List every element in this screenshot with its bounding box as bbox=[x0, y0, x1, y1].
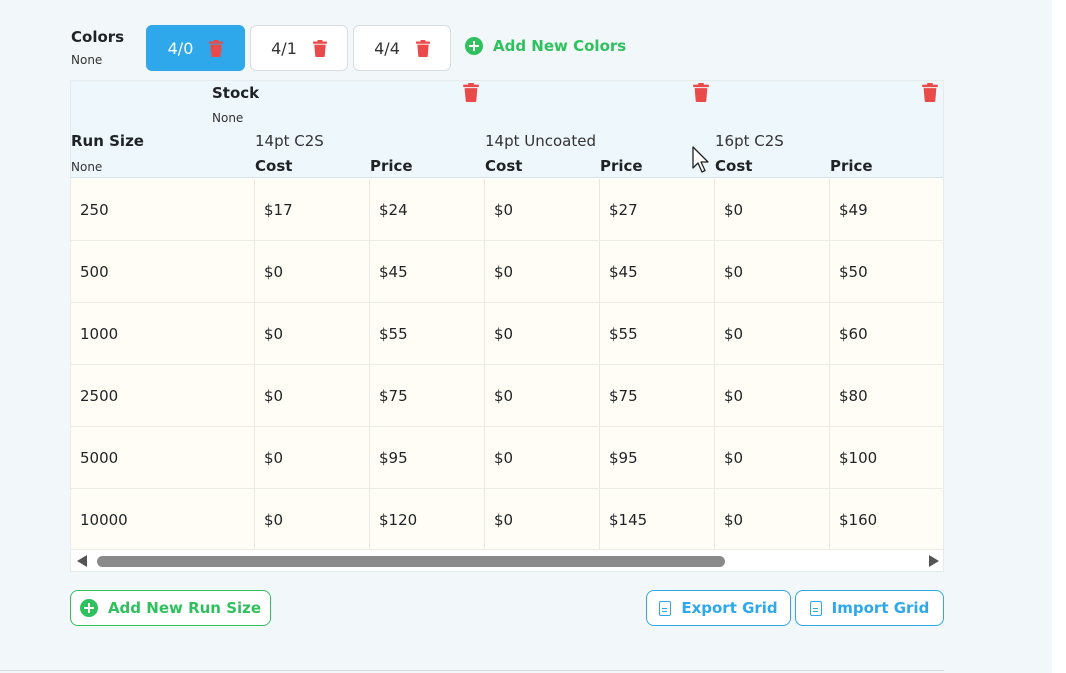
pricing-grid: Stock None Run Size None 14pt C2S 14pt U… bbox=[70, 80, 944, 572]
table-row: 1000 $0 $55 $0 $55 $0 $60 bbox=[71, 303, 943, 365]
plus-circle-icon bbox=[465, 37, 483, 55]
cost-cell[interactable]: $0 bbox=[485, 179, 600, 240]
price-cell[interactable]: $45 bbox=[370, 241, 485, 302]
add-new-colors-button[interactable]: Add New Colors bbox=[465, 37, 626, 55]
paper-header-16pt-c2s: 16pt C2S bbox=[715, 132, 784, 150]
price-cell[interactable]: $80 bbox=[830, 365, 943, 426]
cost-cell[interactable]: $0 bbox=[255, 427, 370, 488]
document-icon bbox=[659, 600, 672, 616]
cost-cell[interactable]: $0 bbox=[485, 427, 600, 488]
run-size-cell[interactable]: 10000 bbox=[71, 489, 255, 550]
table-row: 10000 $0 $120 $0 $145 $0 $160 bbox=[71, 489, 943, 551]
price-cell[interactable]: $55 bbox=[370, 303, 485, 364]
trash-icon[interactable] bbox=[209, 39, 224, 57]
delete-stock-14pt-c2s-icon[interactable] bbox=[463, 83, 479, 106]
add-new-run-size-button[interactable]: Add New Run Size bbox=[70, 590, 271, 626]
price-cell[interactable]: $27 bbox=[600, 179, 715, 240]
cost-cell[interactable]: $0 bbox=[485, 489, 600, 550]
color-tab-label: 4/0 bbox=[167, 38, 194, 58]
cost-cell[interactable]: $0 bbox=[715, 489, 830, 550]
table-row: 250 $17 $24 $0 $27 $0 $49 bbox=[71, 179, 943, 241]
cost-cell[interactable]: $17 bbox=[255, 179, 370, 240]
run-size-cell[interactable]: 5000 bbox=[71, 427, 255, 488]
price-cell[interactable]: $120 bbox=[370, 489, 485, 550]
price-column-header: Price bbox=[830, 157, 873, 175]
cost-cell[interactable]: $0 bbox=[255, 365, 370, 426]
colors-section-label: Colors None bbox=[71, 28, 124, 67]
paper-header-14pt-c2s: 14pt C2S bbox=[255, 132, 324, 150]
table-row: 500 $0 $45 $0 $45 $0 $50 bbox=[71, 241, 943, 303]
scroll-right-arrow-icon[interactable] bbox=[929, 555, 939, 567]
colors-title: Colors bbox=[71, 28, 125, 46]
right-edge-panel bbox=[1052, 0, 1066, 673]
trash-icon[interactable] bbox=[415, 39, 430, 57]
price-cell[interactable]: $75 bbox=[370, 365, 485, 426]
bottom-divider bbox=[0, 670, 944, 671]
document-icon bbox=[809, 600, 822, 616]
color-tab-label: 4/4 bbox=[374, 38, 400, 58]
run-size-value: None bbox=[71, 160, 103, 174]
cost-cell[interactable]: $0 bbox=[255, 241, 370, 302]
add-run-size-label: Add New Run Size bbox=[107, 599, 262, 617]
cost-cell[interactable]: $0 bbox=[715, 365, 830, 426]
delete-stock-16pt-c2s-icon[interactable] bbox=[922, 83, 938, 106]
run-size-cell[interactable]: 2500 bbox=[71, 365, 255, 426]
cost-cell[interactable]: $0 bbox=[255, 489, 370, 550]
cost-cell[interactable]: $0 bbox=[715, 241, 830, 302]
price-cell[interactable]: $50 bbox=[830, 241, 943, 302]
price-cell[interactable]: $24 bbox=[370, 179, 485, 240]
price-cell[interactable]: $55 bbox=[600, 303, 715, 364]
price-cell[interactable]: $95 bbox=[600, 427, 715, 488]
export-grid-button[interactable]: Export Grid bbox=[646, 590, 791, 626]
trash-icon[interactable] bbox=[312, 39, 327, 57]
add-colors-label: Add New Colors bbox=[493, 37, 627, 55]
table-row: 5000 $0 $95 $0 $95 $0 $100 bbox=[71, 427, 943, 489]
price-cell[interactable]: $145 bbox=[600, 489, 715, 550]
run-size-cell[interactable]: 250 bbox=[71, 179, 255, 240]
price-column-header: Price bbox=[600, 157, 643, 175]
cost-cell[interactable]: $0 bbox=[255, 303, 370, 364]
color-tab-4-4[interactable]: 4/4 bbox=[353, 25, 451, 71]
cost-column-header: Cost bbox=[715, 157, 753, 175]
run-size-label: Run Size bbox=[71, 132, 144, 150]
cost-cell[interactable]: $0 bbox=[715, 303, 830, 364]
color-tab-4-0[interactable]: 4/0 bbox=[146, 25, 245, 71]
cost-cell[interactable]: $0 bbox=[485, 365, 600, 426]
cost-column-header: Cost bbox=[255, 157, 293, 175]
price-cell[interactable]: $75 bbox=[600, 365, 715, 426]
paper-header-14pt-uncoated: 14pt Uncoated bbox=[485, 132, 596, 150]
stock-label: Stock bbox=[212, 84, 260, 102]
cost-cell[interactable]: $0 bbox=[485, 303, 600, 364]
import-grid-label: Import Grid bbox=[831, 599, 930, 617]
run-size-cell[interactable]: 1000 bbox=[71, 303, 255, 364]
price-cell[interactable]: $49 bbox=[830, 179, 943, 240]
scroll-left-arrow-icon[interactable] bbox=[77, 555, 87, 567]
scrollbar-thumb[interactable] bbox=[97, 556, 725, 567]
horizontal-scrollbar[interactable] bbox=[71, 549, 943, 571]
mouse-pointer-icon bbox=[692, 146, 709, 173]
price-cell[interactable]: $95 bbox=[370, 427, 485, 488]
cost-cell[interactable]: $0 bbox=[485, 241, 600, 302]
cost-column-header: Cost bbox=[485, 157, 523, 175]
plus-circle-icon bbox=[79, 599, 98, 617]
price-cell[interactable]: $100 bbox=[830, 427, 943, 488]
color-tab-label: 4/1 bbox=[271, 38, 297, 58]
export-grid-label: Export Grid bbox=[681, 599, 778, 617]
colors-value: None bbox=[71, 53, 103, 67]
run-size-cell[interactable]: 500 bbox=[71, 241, 255, 302]
delete-stock-14pt-uncoated-icon[interactable] bbox=[693, 83, 709, 106]
stock-value: None bbox=[212, 111, 244, 125]
import-grid-button[interactable]: Import Grid bbox=[795, 590, 944, 626]
color-tab-4-1[interactable]: 4/1 bbox=[250, 25, 348, 71]
grid-header: Stock None Run Size None 14pt C2S 14pt U… bbox=[71, 81, 943, 178]
price-cell[interactable]: $160 bbox=[830, 489, 943, 550]
price-cell[interactable]: $60 bbox=[830, 303, 943, 364]
price-cell[interactable]: $45 bbox=[600, 241, 715, 302]
cost-cell[interactable]: $0 bbox=[715, 427, 830, 488]
price-column-header: Price bbox=[370, 157, 413, 175]
table-row: 2500 $0 $75 $0 $75 $0 $80 bbox=[71, 365, 943, 427]
cost-cell[interactable]: $0 bbox=[715, 179, 830, 240]
